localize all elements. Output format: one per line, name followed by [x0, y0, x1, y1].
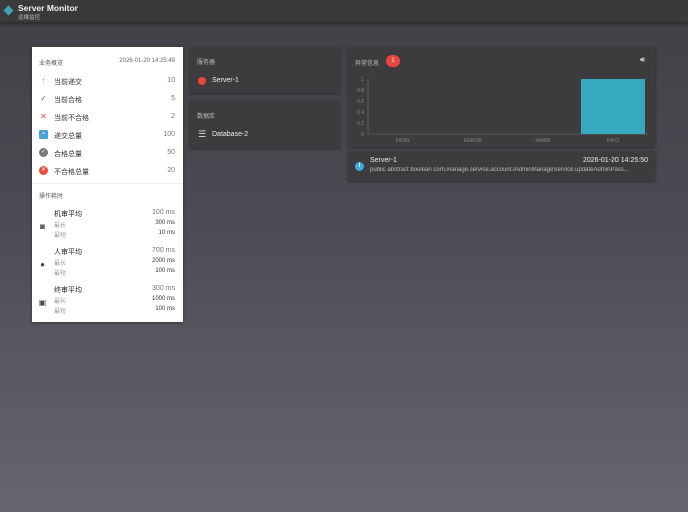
stat-total-passed: ✓ 合格总量 50 — [39, 148, 175, 158]
stat-current-passed: ✓ 当前合格 5 — [40, 94, 175, 104]
server-status-icon — [198, 77, 206, 85]
account-box-icon: ▣ — [38, 298, 47, 307]
databases-panel: 数据库 ☰ Database-2 — [190, 101, 340, 148]
inbox-icon: ▪ — [39, 130, 48, 139]
database-item[interactable]: Database-2 — [212, 131, 248, 138]
stat-current-failed: ✕ 当前不合格 2 — [40, 112, 175, 122]
event-time: 2026-01-20 14:25:50 — [583, 157, 648, 164]
app-header: Server Monitor 运维监控 — [0, 0, 688, 22]
x-tick-label: FATAL — [396, 138, 411, 144]
app-title: Server Monitor — [18, 3, 78, 13]
check-circle-icon: ✓ — [39, 148, 48, 157]
bar-info — [581, 79, 645, 134]
y-tick-label: 0 — [361, 132, 364, 138]
y-tick-label: 0.8 — [357, 88, 364, 94]
x-tick-label: WARN — [535, 138, 550, 144]
person-icon: ● — [40, 260, 45, 269]
server-item[interactable]: Server-1 — [212, 77, 239, 84]
robot-icon: ◙ — [40, 222, 45, 231]
list-icon: ☰ — [198, 129, 207, 139]
app-subtitle: 运维监控 — [18, 15, 41, 21]
alert-event-item[interactable]: i Server-1 2026-01-20 14:25:50 public ab… — [348, 151, 655, 181]
ops-machine-review: ◙ 机审平均 100 ms 最长 300 ms 最短 10 ms — [32, 209, 183, 245]
databases-title: 数据库 — [197, 114, 216, 120]
event-message: public abstract boolean com.manage.servi… — [370, 167, 629, 173]
servers-title: 服务器 — [197, 60, 216, 66]
y-tick-label: 1 — [361, 77, 364, 83]
event-source: Server-1 — [370, 157, 397, 164]
stat-total-submitted: ▪ 递交总量 100 — [32, 126, 183, 144]
ops-title: 操作耗时 — [39, 194, 64, 200]
alert-level-chart: 0 0.2 0.4 0.6 0.8 1 FATAL ERROR WARN INFO — [357, 77, 648, 144]
y-tick-label: 0.4 — [357, 110, 364, 116]
y-tick-label: 0.6 — [357, 99, 364, 105]
cancel-circle-icon: ✕ — [39, 166, 48, 175]
info-icon: i — [355, 162, 364, 171]
ops-human-review: ● 人审平均 700 ms 最长 2000 ms 最短 100 ms — [32, 247, 183, 283]
ops-final-review: ▣ 终审平均 300 ms 最长 1000 ms 最短 100 ms — [38, 285, 175, 315]
divider — [32, 183, 183, 184]
x-tick-label: INFO — [607, 138, 619, 144]
business-overview-card: 业务概览 2026-01-20 14:25:49 ↑ 当前递交 10 ✓ 当前合格 5 … — [32, 47, 183, 322]
servers-panel: 服务器 Server-1 — [190, 47, 340, 93]
x-tick-label: ERROR — [464, 138, 482, 144]
stat-current-submitted: ↑ 当前递交 10 — [32, 72, 183, 90]
card-title: 业务概览 — [39, 61, 64, 67]
timestamp: 2026-01-20 14:25:49 — [119, 58, 175, 64]
alerts-panel: 异常信息 1 🔊︎ 0 0.2 0.4 0.6 0.8 1 FATAL ERROR WARN IN… — [348, 47, 655, 147]
check-icon: ✓ — [40, 94, 47, 103]
y-tick-label: 0.2 — [357, 121, 364, 127]
close-icon: ✕ — [40, 112, 47, 121]
stat-total-failed: ✕ 不合格总量 20 — [39, 166, 175, 176]
arrow-up-icon: ↑ — [41, 76, 46, 85]
logo-icon — [3, 5, 14, 16]
